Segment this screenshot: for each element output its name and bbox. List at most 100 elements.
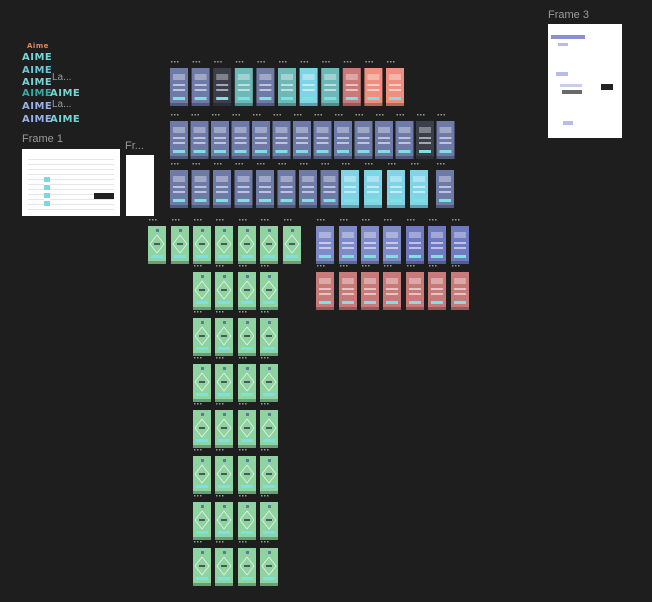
screen-thumbnail[interactable] bbox=[193, 356, 211, 402]
screen-thumbnail[interactable] bbox=[170, 162, 188, 208]
diamond-label bbox=[221, 381, 227, 383]
screen-thumbnail[interactable] bbox=[170, 60, 188, 106]
screen-thumbnail[interactable] bbox=[193, 540, 211, 586]
screen-thumbnail[interactable] bbox=[278, 60, 296, 106]
screen-thumbnail[interactable] bbox=[436, 162, 454, 208]
screen-thumbnail[interactable] bbox=[238, 310, 256, 356]
screen-thumbnail[interactable] bbox=[260, 264, 278, 310]
screen-thumbnail[interactable] bbox=[283, 218, 301, 264]
screen-thumbnail[interactable] bbox=[313, 113, 332, 159]
frame1-canvas[interactable] bbox=[22, 149, 120, 216]
screen-thumbnail[interactable] bbox=[211, 113, 229, 159]
screen-thumbnail[interactable] bbox=[334, 113, 352, 159]
screen-thumbnail[interactable] bbox=[364, 162, 382, 208]
screen-thumbnail[interactable] bbox=[342, 60, 361, 106]
screen-thumbnail[interactable] bbox=[383, 218, 401, 264]
frame1-label[interactable]: Frame 1 bbox=[22, 133, 63, 145]
screen-thumbnail[interactable] bbox=[320, 162, 339, 208]
screen-thumbnail[interactable] bbox=[316, 218, 334, 264]
screen-thumbnail[interactable] bbox=[193, 218, 211, 264]
screen-thumbnail[interactable] bbox=[215, 540, 233, 586]
screen-thumbnail[interactable] bbox=[215, 264, 233, 310]
screen-thumbnail[interactable] bbox=[256, 60, 275, 106]
screen-thumbnail[interactable] bbox=[260, 310, 278, 356]
screen-thumbnail[interactable] bbox=[215, 448, 233, 494]
screen-thumbnail[interactable] bbox=[231, 113, 250, 159]
screen-thumbnail[interactable] bbox=[451, 218, 469, 264]
screen-line bbox=[319, 288, 331, 290]
frame3-canvas[interactable] bbox=[548, 24, 622, 138]
screen-thumbnail[interactable] bbox=[299, 60, 318, 106]
screen-thumbnail[interactable] bbox=[361, 218, 379, 264]
screen-thumbnail[interactable] bbox=[364, 60, 383, 106]
screen-thumbnail[interactable] bbox=[148, 218, 166, 264]
screen-thumbnail[interactable] bbox=[428, 264, 446, 310]
screen-thumbnail[interactable] bbox=[260, 448, 278, 494]
screen-thumbnail[interactable] bbox=[234, 162, 253, 208]
screen-thumbnail[interactable] bbox=[272, 113, 291, 159]
screen-thumbnail[interactable] bbox=[215, 356, 233, 402]
screen-thumbnail[interactable] bbox=[321, 60, 340, 106]
screen-thumbnail[interactable] bbox=[386, 60, 404, 106]
screen-thumbnail[interactable] bbox=[213, 162, 231, 208]
frame-small-label[interactable]: Fr... bbox=[125, 140, 144, 152]
frame3-label[interactable]: Frame 3 bbox=[548, 9, 589, 21]
screen-thumbnail[interactable] bbox=[252, 113, 270, 159]
screen-thumbnail[interactable] bbox=[316, 264, 334, 310]
screen-thumbnail[interactable] bbox=[339, 264, 357, 310]
screen-thumbnail[interactable] bbox=[193, 402, 211, 448]
screen-thumbnail[interactable] bbox=[193, 310, 211, 356]
screen-thumbnail[interactable] bbox=[260, 218, 278, 264]
screen-thumbnail[interactable] bbox=[406, 218, 424, 264]
frame-small-canvas[interactable] bbox=[126, 155, 154, 216]
screen-thumbnail[interactable] bbox=[341, 162, 359, 208]
frame3-button-2 bbox=[556, 72, 568, 76]
screen-thumbnail[interactable] bbox=[191, 162, 210, 208]
screen-thumbnail[interactable] bbox=[234, 60, 253, 106]
screen-thumbnail[interactable] bbox=[256, 162, 274, 208]
screen-thumbnail[interactable] bbox=[193, 448, 211, 494]
screen-thumbnail[interactable] bbox=[238, 448, 256, 494]
screen-thumbnail[interactable] bbox=[215, 402, 233, 448]
screen-thumbnail[interactable] bbox=[193, 264, 211, 310]
screen-thumbnail[interactable] bbox=[293, 113, 311, 159]
screen-thumbnail[interactable] bbox=[215, 494, 233, 540]
screen-thumbnail[interactable] bbox=[383, 264, 401, 310]
screen-thumbnail[interactable] bbox=[238, 540, 256, 586]
screen-thumbnail[interactable] bbox=[238, 264, 256, 310]
screen-button bbox=[367, 199, 379, 202]
screen-thumbnail[interactable] bbox=[238, 356, 256, 402]
screen-thumbnail[interactable] bbox=[213, 60, 232, 106]
screen-thumbnail[interactable] bbox=[260, 494, 278, 540]
screen-thumbnail[interactable] bbox=[171, 218, 189, 264]
screen-thumbnail[interactable] bbox=[190, 113, 209, 159]
screen-thumbnail[interactable] bbox=[215, 218, 233, 264]
screen-thumbnail[interactable] bbox=[395, 113, 414, 159]
screen-thumbnail[interactable] bbox=[410, 162, 428, 208]
frame-dot bbox=[443, 163, 445, 165]
screen-thumbnail[interactable] bbox=[193, 494, 211, 540]
screen-thumbnail[interactable] bbox=[387, 162, 405, 208]
screen-thumbnail[interactable] bbox=[428, 218, 446, 264]
screen-thumbnail[interactable] bbox=[191, 60, 210, 106]
screen-thumbnail[interactable] bbox=[416, 113, 434, 159]
screen-thumbnail[interactable] bbox=[451, 264, 469, 310]
design-canvas[interactable]: Aime AIME AIME La... AIME AIME AIME AIME… bbox=[0, 0, 652, 602]
screen-thumbnail[interactable] bbox=[260, 402, 278, 448]
screen-thumbnail[interactable] bbox=[277, 162, 296, 208]
screen-thumbnail[interactable] bbox=[354, 113, 373, 159]
screen-button bbox=[151, 255, 163, 258]
screen-thumbnail[interactable] bbox=[406, 264, 424, 310]
screen-thumbnail[interactable] bbox=[339, 218, 357, 264]
screen-thumbnail[interactable] bbox=[299, 162, 317, 208]
screen-thumbnail[interactable] bbox=[238, 494, 256, 540]
screen-thumbnail[interactable] bbox=[170, 113, 188, 159]
screen-thumbnail[interactable] bbox=[361, 264, 379, 310]
screen-thumbnail[interactable] bbox=[436, 113, 455, 159]
screen-thumbnail[interactable] bbox=[238, 218, 256, 264]
screen-thumbnail[interactable] bbox=[375, 113, 393, 159]
screen-thumbnail[interactable] bbox=[215, 310, 233, 356]
screen-thumbnail[interactable] bbox=[260, 356, 278, 402]
screen-thumbnail[interactable] bbox=[260, 540, 278, 586]
screen-thumbnail[interactable] bbox=[238, 402, 256, 448]
